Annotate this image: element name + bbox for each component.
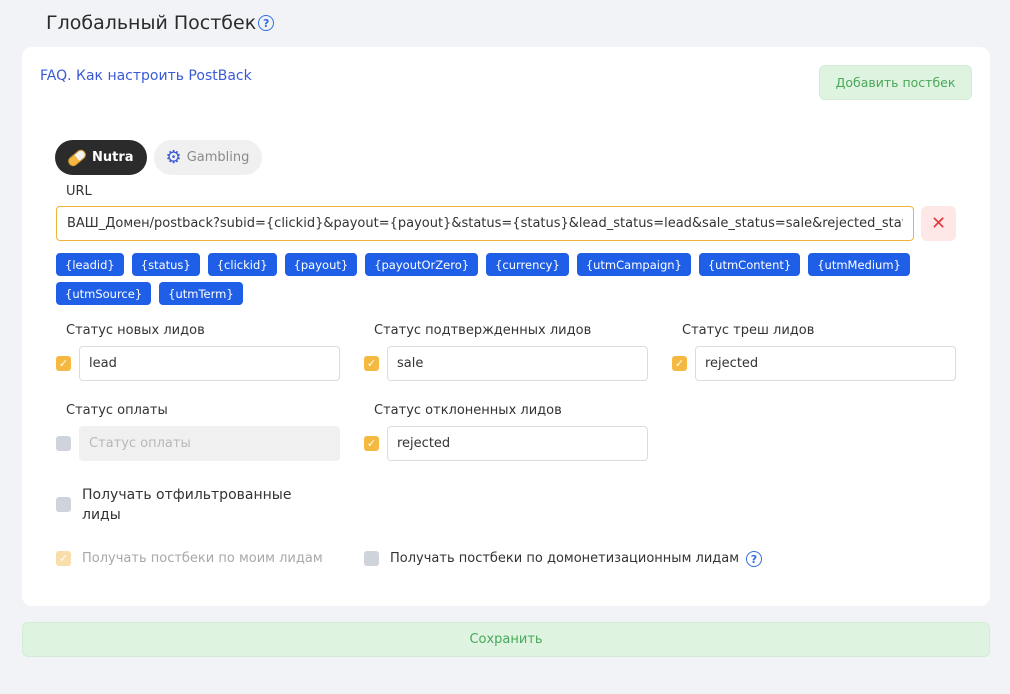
- new-leads-status-input[interactable]: [79, 346, 340, 381]
- new-leads-status-label: Статус новых лидов: [66, 323, 205, 338]
- macro-utm-source[interactable]: {utmSource}: [56, 282, 152, 305]
- trash-leads-status-input[interactable]: [695, 346, 956, 381]
- declined-leads-status-checkbox[interactable]: ✓: [364, 436, 379, 451]
- my-leads-label: Получать постбеки по моим лидам: [82, 551, 323, 566]
- page-title-text: Глобальный Постбек: [46, 12, 257, 34]
- payment-status-input[interactable]: [79, 426, 340, 461]
- faq-link[interactable]: FAQ. Как настроить PostBack: [40, 68, 252, 84]
- macro-utm-medium[interactable]: {utmMedium}: [808, 253, 910, 276]
- filtered-leads-label: Получать отфильтрованные лиды: [82, 487, 292, 523]
- macro-utm-campaign[interactable]: {utmCampaign}: [576, 253, 691, 276]
- my-leads-checkbox[interactable]: ✓: [56, 551, 71, 566]
- demonetization-leads-checkbox[interactable]: [364, 551, 379, 566]
- macro-status[interactable]: {status}: [131, 253, 200, 276]
- macro-clickid[interactable]: {clickid}: [207, 253, 277, 276]
- macro-list: {leadid} {status} {clickid} {payout} {pa…: [56, 253, 916, 305]
- close-icon: ✕: [930, 213, 947, 233]
- tab-gambling[interactable]: ⚙ Gambling: [153, 140, 263, 175]
- demonetization-leads-label: Получать постбеки по домонетизационным л…: [390, 551, 740, 566]
- new-leads-status-checkbox[interactable]: ✓: [56, 356, 71, 371]
- tab-nutra-label: Nutra: [92, 150, 134, 165]
- gear-icon: ⚙: [165, 146, 182, 168]
- remove-url-button[interactable]: ✕: [921, 206, 956, 241]
- payment-status-label: Статус оплаты: [66, 403, 168, 418]
- tab-nutra[interactable]: Nutra: [55, 140, 147, 175]
- macro-currency[interactable]: {currency}: [486, 253, 569, 276]
- confirmed-leads-status-checkbox[interactable]: ✓: [364, 356, 379, 371]
- pill-icon: [66, 147, 88, 168]
- declined-leads-status-label: Статус отклоненных лидов: [374, 403, 562, 418]
- vertical-tabs: Nutra ⚙ Gambling: [55, 140, 263, 175]
- macro-payout[interactable]: {payout}: [284, 253, 358, 276]
- filtered-leads-checkbox[interactable]: [56, 497, 71, 512]
- payment-status-checkbox[interactable]: [56, 436, 71, 451]
- trash-leads-status-checkbox[interactable]: ✓: [672, 356, 687, 371]
- tab-gambling-label: Gambling: [186, 150, 250, 165]
- confirmed-leads-status-input[interactable]: [387, 346, 648, 381]
- macro-utm-term[interactable]: {utmTerm}: [159, 282, 243, 305]
- declined-leads-status-input[interactable]: [387, 426, 648, 461]
- page-title: Глобальный Постбек ?: [46, 12, 275, 34]
- save-button[interactable]: Сохранить: [22, 622, 990, 657]
- demonetization-help-icon[interactable]: ?: [746, 551, 762, 567]
- confirmed-leads-status-label: Статус подтвержденных лидов: [374, 323, 592, 338]
- macro-payout-or-zero[interactable]: {payoutOrZero}: [365, 253, 479, 276]
- url-label: URL: [66, 184, 92, 199]
- postback-card: FAQ. Как настроить PostBack Добавить пос…: [22, 47, 990, 606]
- help-icon[interactable]: ?: [258, 15, 275, 31]
- url-input[interactable]: [56, 206, 914, 241]
- add-postback-button[interactable]: Добавить постбек: [819, 65, 972, 100]
- macro-leadid[interactable]: {leadid}: [56, 253, 124, 276]
- macro-utm-content[interactable]: {utmContent}: [698, 253, 801, 276]
- trash-leads-status-label: Статус треш лидов: [682, 323, 815, 338]
